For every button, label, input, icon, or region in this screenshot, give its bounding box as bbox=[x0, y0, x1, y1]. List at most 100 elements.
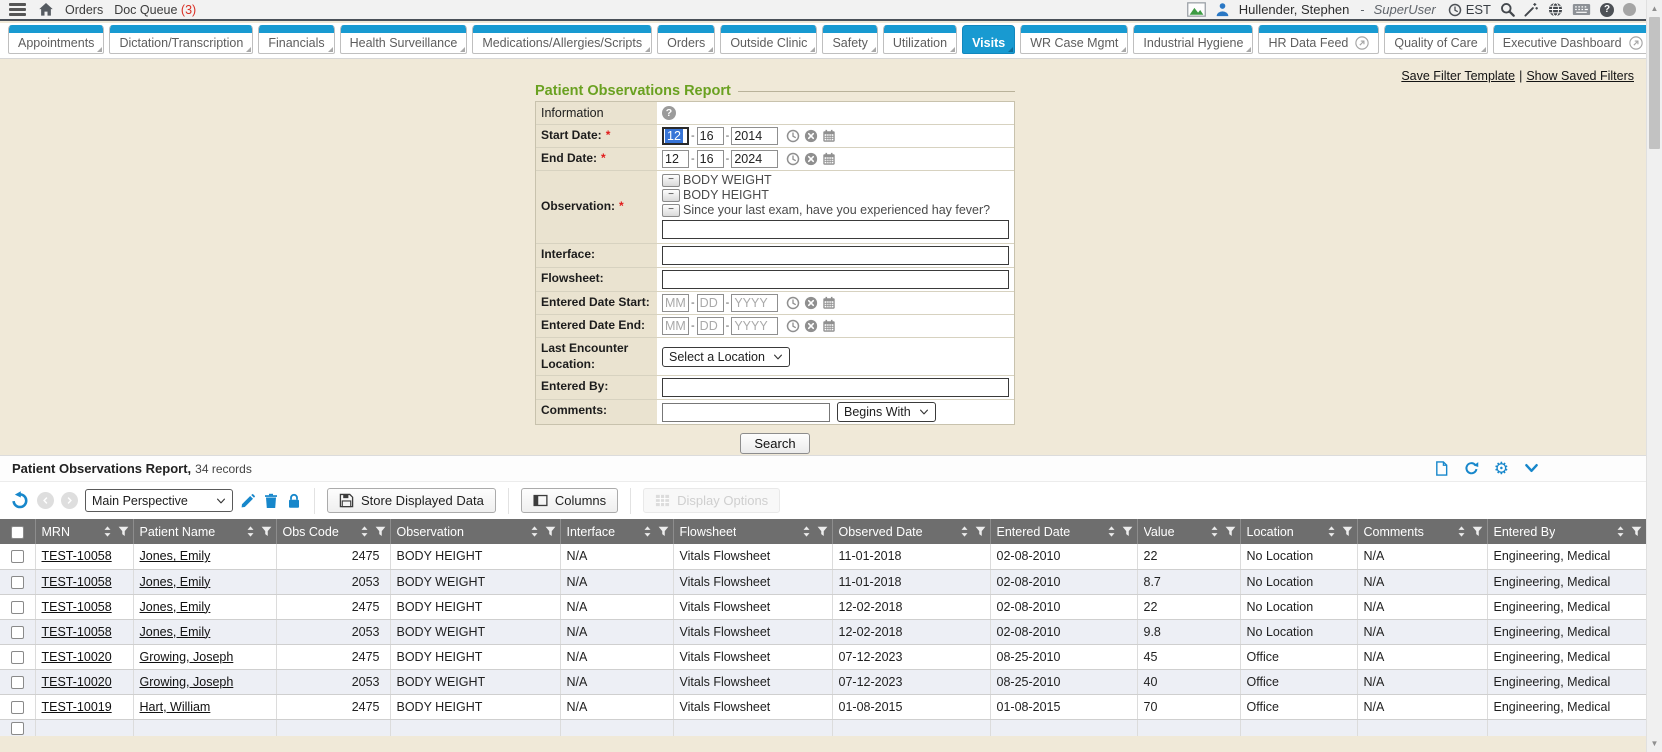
vertical-scrollbar[interactable]: ▲ ▼ bbox=[1646, 0, 1662, 752]
start-date-month-input[interactable]: 12 bbox=[662, 127, 689, 145]
search-button[interactable]: Search bbox=[740, 433, 809, 454]
end-date-month-input[interactable] bbox=[662, 150, 689, 168]
export-page-icon[interactable] bbox=[1434, 461, 1449, 476]
remove-observation-button[interactable]: − bbox=[662, 204, 680, 217]
filter-icon[interactable] bbox=[658, 526, 669, 537]
mrn-link[interactable]: TEST-10058 bbox=[42, 549, 112, 563]
scroll-up-icon[interactable]: ▲ bbox=[1647, 1, 1662, 16]
patient-name-link[interactable]: Jones, Emily bbox=[140, 575, 211, 589]
row-checkbox[interactable] bbox=[11, 676, 24, 689]
col-header-obs-code[interactable]: Obs Code bbox=[276, 519, 390, 544]
refresh-icon[interactable] bbox=[1464, 461, 1479, 476]
row-checkbox[interactable] bbox=[11, 601, 24, 614]
filter-icon[interactable] bbox=[1342, 526, 1353, 537]
end-date-day-input[interactable] bbox=[697, 150, 724, 168]
row-checkbox[interactable] bbox=[11, 626, 24, 639]
sort-icon[interactable] bbox=[529, 526, 540, 537]
entered-date-end-month-input[interactable] bbox=[662, 317, 689, 335]
comments-match-select[interactable]: Begins With bbox=[837, 402, 936, 422]
tab-financials[interactable]: Financials bbox=[258, 25, 334, 54]
perspective-select[interactable]: Main Perspective bbox=[85, 489, 233, 512]
mrn-link[interactable]: TEST-10058 bbox=[42, 600, 112, 614]
delete-trash-icon[interactable] bbox=[263, 493, 279, 509]
clear-date-icon[interactable] bbox=[804, 319, 818, 333]
row-checkbox[interactable] bbox=[11, 701, 24, 714]
save-filter-template-link[interactable]: Save Filter Template bbox=[1401, 69, 1515, 83]
search-icon[interactable] bbox=[1500, 2, 1515, 17]
reset-perspective-icon[interactable] bbox=[10, 491, 29, 510]
patient-name-link[interactable]: Hart, William bbox=[140, 700, 211, 714]
end-date-year-input[interactable] bbox=[731, 150, 778, 168]
filter-icon[interactable] bbox=[1122, 526, 1133, 537]
clear-date-icon[interactable] bbox=[804, 296, 818, 310]
entered-date-start-day-input[interactable] bbox=[697, 294, 724, 312]
user-name[interactable]: Hullender, Stephen bbox=[1239, 2, 1350, 17]
tab-appointments[interactable]: Appointments bbox=[8, 25, 104, 54]
sort-icon[interactable] bbox=[1615, 526, 1626, 537]
row-checkbox[interactable] bbox=[11, 722, 24, 735]
tab-medications-allergies-scripts[interactable]: Medications/Allergies/Scripts bbox=[472, 25, 652, 54]
sort-icon[interactable] bbox=[1209, 526, 1220, 537]
store-displayed-data-button[interactable]: Store Displayed Data bbox=[327, 488, 496, 513]
doc-queue-menu-item[interactable]: Doc Queue (3) bbox=[114, 3, 196, 17]
col-header-mrn[interactable]: MRN bbox=[35, 519, 133, 544]
mrn-link[interactable]: TEST-10020 bbox=[42, 675, 112, 689]
filter-icon[interactable] bbox=[118, 526, 129, 537]
tab-industrial-hygiene[interactable]: Industrial Hygiene bbox=[1133, 25, 1253, 54]
filter-icon[interactable] bbox=[375, 526, 386, 537]
time-icon[interactable] bbox=[786, 296, 800, 310]
collapse-chevron-icon[interactable] bbox=[1524, 461, 1539, 476]
edit-pencil-icon[interactable] bbox=[240, 493, 256, 509]
col-header-interface[interactable]: Interface bbox=[560, 519, 673, 544]
sort-icon[interactable] bbox=[245, 526, 256, 537]
user-avatar-icon[interactable] bbox=[1215, 2, 1230, 17]
col-header-flowsheet[interactable]: Flowsheet bbox=[673, 519, 832, 544]
calendar-icon[interactable] bbox=[822, 296, 836, 310]
remove-observation-button[interactable]: − bbox=[662, 174, 680, 187]
mrn-link[interactable]: TEST-10020 bbox=[42, 650, 112, 664]
tab-visits[interactable]: Visits bbox=[962, 25, 1015, 54]
col-header-observation[interactable]: Observation bbox=[390, 519, 560, 544]
select-all-checkbox[interactable] bbox=[11, 526, 24, 539]
sort-icon[interactable] bbox=[1456, 526, 1467, 537]
time-icon[interactable] bbox=[786, 152, 800, 166]
home-icon[interactable] bbox=[38, 2, 54, 17]
row-checkbox[interactable] bbox=[11, 550, 24, 563]
clear-date-icon[interactable] bbox=[804, 152, 818, 166]
interface-input[interactable] bbox=[662, 246, 1009, 265]
tab-executive-dashboard[interactable]: Executive Dashboard bbox=[1493, 25, 1653, 54]
col-header-patient-name[interactable]: Patient Name bbox=[133, 519, 276, 544]
help-icon[interactable]: ? bbox=[1600, 3, 1614, 17]
tab-utilization[interactable]: Utilization bbox=[883, 25, 957, 54]
keyboard-icon[interactable] bbox=[1572, 3, 1591, 16]
start-date-year-input[interactable] bbox=[731, 127, 778, 145]
scrollbar-thumb[interactable] bbox=[1649, 17, 1660, 149]
tab-quality-of-care[interactable]: Quality of Care bbox=[1384, 25, 1487, 54]
sort-icon[interactable] bbox=[642, 526, 653, 537]
settings-gear-icon[interactable]: ⚙ bbox=[1494, 460, 1509, 477]
row-checkbox[interactable] bbox=[11, 576, 24, 589]
tab-health-surveillance[interactable]: Health Surveillance bbox=[340, 25, 468, 54]
clear-date-icon[interactable] bbox=[804, 129, 818, 143]
columns-button[interactable]: Columns bbox=[521, 488, 618, 513]
filter-icon[interactable] bbox=[545, 526, 556, 537]
time-icon[interactable] bbox=[786, 129, 800, 143]
wand-icon[interactable] bbox=[1524, 2, 1539, 17]
location-select[interactable]: Select a Location bbox=[662, 347, 790, 367]
patient-name-link[interactable]: Jones, Emily bbox=[140, 549, 211, 563]
col-header-location[interactable]: Location bbox=[1240, 519, 1357, 544]
sort-icon[interactable] bbox=[1326, 526, 1337, 537]
start-date-day-input[interactable] bbox=[697, 127, 724, 145]
info-help-icon[interactable]: ? bbox=[662, 106, 676, 120]
tab-orders[interactable]: Orders bbox=[657, 25, 715, 54]
tab-hr-data-feed[interactable]: HR Data Feed bbox=[1258, 25, 1379, 54]
observation-input[interactable] bbox=[662, 220, 1009, 239]
filter-icon[interactable] bbox=[261, 526, 272, 537]
mrn-link[interactable]: TEST-10058 bbox=[42, 625, 112, 639]
col-header-entered-date[interactable]: Entered Date bbox=[990, 519, 1137, 544]
filter-icon[interactable] bbox=[1631, 526, 1642, 537]
comments-input[interactable] bbox=[662, 403, 830, 422]
filter-icon[interactable] bbox=[1225, 526, 1236, 537]
patient-name-link[interactable]: Growing, Joseph bbox=[140, 650, 234, 664]
mrn-link[interactable]: TEST-10019 bbox=[42, 700, 112, 714]
